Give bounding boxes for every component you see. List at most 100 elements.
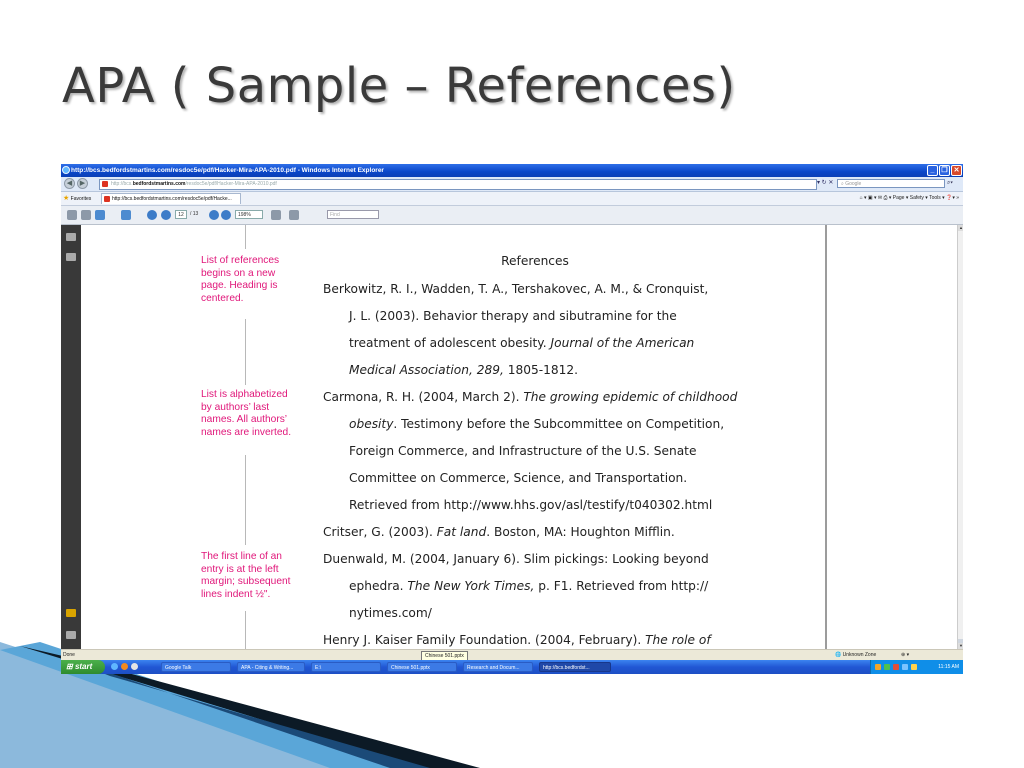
reference-line: Carmona, R. H. (2004, March 2). The grow… [323, 390, 737, 404]
callout-line: The first line of an [201, 551, 282, 562]
address-path: /resdoc5e/pdf/Hacker-Mira-APA-2010.pdf [185, 181, 277, 187]
zoom-out-icon[interactable] [209, 210, 219, 220]
taskbar-button[interactable]: APA - Citing & Writing... [237, 662, 305, 672]
reference-line: obesity. Testimony before the Subcommitt… [349, 417, 724, 431]
tray-app-icon[interactable] [875, 664, 881, 670]
address-field[interactable]: http://bcs.bedfordstmartins.com/resdoc5e… [99, 179, 817, 190]
reference-line: Foreign Commerce, and Infrastructure of … [349, 444, 696, 458]
search-input[interactable]: ⌕ Google [837, 179, 945, 188]
callout-line: lines indent ½". [201, 588, 271, 600]
start-button[interactable]: ⊞ start [61, 660, 105, 674]
firefox-quicklaunch-icon[interactable] [121, 663, 128, 670]
taskbar-button[interactable]: Google Talk [161, 662, 231, 672]
ie-logo-icon [62, 166, 70, 174]
pdf-page-view[interactable]: List of references begins on a new page.… [81, 225, 957, 649]
pages-icon[interactable] [66, 233, 76, 241]
reference-text: J. L. (2003). Behavior therapy and sibut… [349, 309, 677, 323]
ie-quicklaunch-icon[interactable] [111, 663, 118, 670]
browser-tab[interactable]: http://bcs.bedfordstmartins.com/resdoc5e… [101, 193, 241, 204]
callout-connector [245, 611, 246, 649]
taskbar-button[interactable]: E:\ [311, 662, 381, 672]
favorites-label: Favorites [70, 196, 92, 202]
page-number-input[interactable]: 12 [175, 210, 187, 219]
reference-text: Retrieved from http://www.hhs.gov/asl/te… [349, 498, 713, 512]
reference-text: Foreign Commerce, and Infrastructure of … [349, 444, 697, 458]
paperclip-icon[interactable] [66, 631, 76, 639]
page-down-icon[interactable] [161, 210, 171, 220]
browser-screenshot: http://bcs.bedfordstmartins.com/resdoc5e… [61, 164, 963, 674]
callout-line: List of references [201, 255, 280, 266]
restore-icon[interactable]: ❐ [939, 165, 950, 176]
reference-text: Medical Association, 289, [349, 363, 504, 377]
reference-text: The New York Times, [407, 579, 535, 593]
search-go-icon[interactable]: ⌕▾ [947, 179, 953, 188]
reference-text: obesity [349, 417, 394, 431]
settings-icon[interactable] [121, 210, 131, 220]
reference-line: Critser, G. (2003). Fat land. Boston, MA… [323, 525, 675, 539]
reference-line: treatment of adolescent obesity. Journal… [349, 336, 694, 350]
reference-line: Berkowitz, R. I., Wadden, T. A., Tershak… [323, 282, 708, 296]
callout-line: margin; subsequent [201, 576, 291, 588]
reference-text: Committee on Commerce, Science, and Tran… [349, 471, 688, 485]
reference-text: Duenwald, M. (2004, January 6). Slim pic… [323, 552, 709, 566]
print-icon[interactable] [67, 210, 77, 220]
scroll-up-icon[interactable]: ▲ [958, 225, 963, 231]
zoom-select[interactable]: 198% [235, 210, 263, 219]
vertical-scrollbar[interactable]: ▲ ▼ [957, 225, 963, 649]
reference-text: The growing epidemic of childhood [523, 390, 738, 404]
address-bar-row: ◀ ▶ http://bcs.bedfordstmartins.com/resd… [61, 177, 963, 192]
callout-line: List is alphabetized [201, 389, 288, 400]
slide-title: APA ( Sample – References) [62, 58, 736, 114]
tray-security-icon[interactable] [893, 664, 899, 670]
address-host: bedfordstmartins.com [132, 181, 186, 187]
minimize-icon[interactable]: _ [927, 165, 938, 176]
taskbar-button[interactable]: Chinese 501.pptx [387, 662, 457, 672]
tray-volume-icon[interactable] [902, 664, 908, 670]
attachments-icon[interactable] [66, 253, 76, 261]
clock: 11:15 AM [938, 664, 959, 670]
search-placeholder: Google [845, 181, 862, 187]
zoom-in-icon[interactable] [221, 210, 231, 220]
favorites-button[interactable]: ★ Favorites [63, 194, 91, 204]
taskbar-button[interactable]: Research and Docum... [463, 662, 533, 672]
command-bar[interactable]: ⌂ ▾ ▣ ▾ ✉ ⎙ ▾ Page ▾ Safety ▾ Tools ▾ ❓▾… [860, 194, 959, 203]
callout-connector [245, 455, 246, 545]
callout-line: page. Heading is [201, 280, 278, 292]
save-icon[interactable] [81, 210, 91, 220]
reference-text: . Boston, MA: Houghton Mifflin. [486, 525, 675, 539]
reference-line: Committee on Commerce, Science, and Tran… [349, 471, 687, 485]
reference-text: ephedra. [349, 579, 408, 593]
callout-line: entry is at the left [201, 563, 279, 575]
forward-icon[interactable]: ▶ [77, 178, 88, 189]
reference-line: Henry J. Kaiser Family Foundation. (2004… [323, 633, 711, 647]
window-titlebar: http://bcs.bedfordstmartins.com/resdoc5e… [61, 164, 963, 177]
taskbar-button[interactable]: http://bcs.bedfordst... [539, 662, 611, 672]
fit-page-icon[interactable] [289, 210, 299, 220]
page-up-icon[interactable] [147, 210, 157, 220]
tray-update-icon[interactable] [911, 664, 917, 670]
reference-text: Berkowitz, R. I., Wadden, T. A., Tershak… [323, 282, 709, 296]
reference-text: treatment of adolescent obesity. [349, 336, 551, 350]
reference-text: Carmona, R. H. (2004, March 2). [323, 390, 524, 404]
reference-text: . Testimony before the Subcommittee on C… [393, 417, 725, 431]
reference-line: Medical Association, 289, 1805-1812. [349, 363, 578, 377]
reference-text: nytimes.com/ [349, 606, 432, 620]
page-edge [825, 225, 827, 649]
reference-text: p. F1. Retrieved from http:// [534, 579, 709, 593]
share-icon[interactable] [95, 210, 105, 220]
fit-width-icon[interactable] [271, 210, 281, 220]
zone-label: Unknown Zone [842, 652, 877, 658]
back-icon[interactable]: ◀ [64, 178, 75, 189]
refresh-stop-icons[interactable]: ▾ ↻ ✕ [817, 179, 833, 188]
media-quicklaunch-icon[interactable] [131, 663, 138, 670]
close-icon[interactable]: ✕ [951, 165, 962, 176]
reference-text: Fat land [436, 525, 487, 539]
reference-line: Retrieved from http://www.hhs.gov/asl/te… [349, 498, 712, 512]
reference-text: Journal of the American [550, 336, 695, 350]
page-total: / 13 [190, 211, 199, 217]
comments-icon[interactable] [66, 609, 76, 617]
callout-line: by authors’ last [201, 401, 270, 413]
find-input[interactable]: Find [327, 210, 379, 219]
tray-network-icon[interactable] [884, 664, 890, 670]
star-icon: ★ [63, 195, 70, 202]
